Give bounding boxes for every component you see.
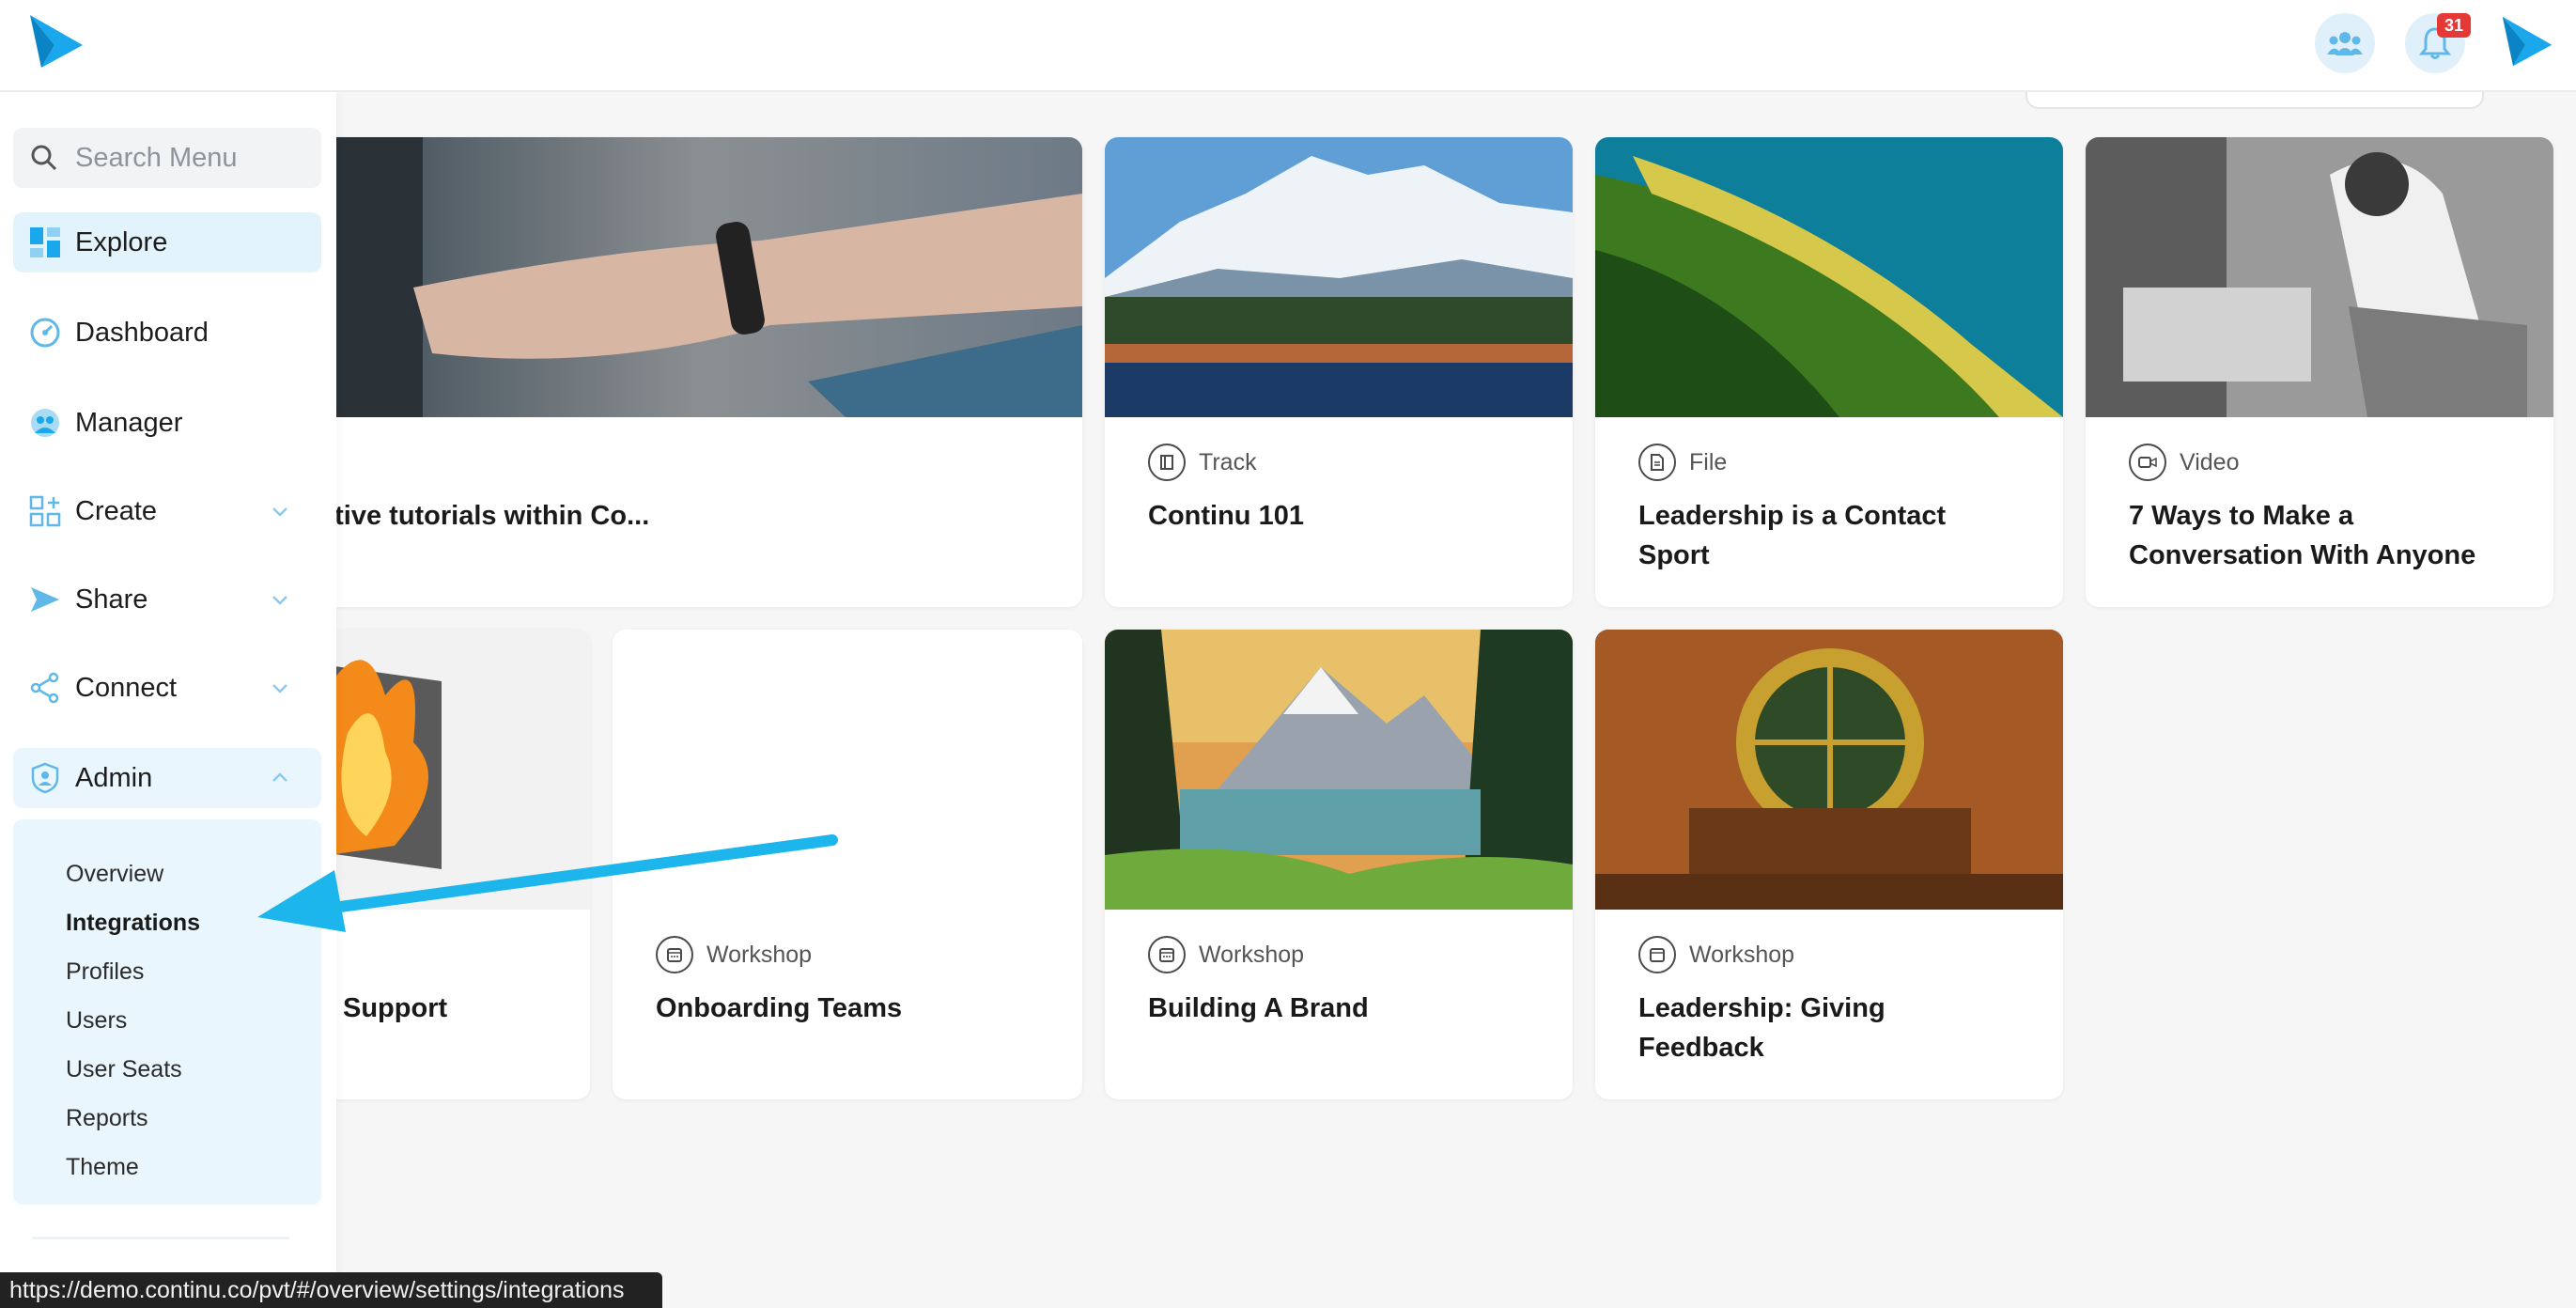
card-title: Building A Brand	[1148, 993, 1369, 1023]
card-title: Onboarding Teams	[656, 993, 903, 1023]
top-bar: 31	[0, 0, 2576, 92]
sidebar-item-label: Connect	[75, 672, 178, 703]
card-title: Support	[343, 993, 448, 1023]
submenu-item-theme[interactable]: Theme	[66, 1154, 139, 1181]
sidebar-item-connect[interactable]: Connect	[13, 658, 321, 718]
card-type: Workshop	[1148, 936, 1304, 973]
groups-button[interactable]	[2315, 13, 2375, 73]
annotation-arrow	[257, 834, 838, 932]
sidebar-item-explore[interactable]: Explore	[13, 212, 321, 272]
card-image	[1105, 137, 1573, 417]
card-image	[2086, 137, 2553, 417]
card-type: Track	[1148, 444, 1257, 481]
sidebar-item-label: Create	[75, 495, 158, 526]
content-card[interactable]: Track Continu 101	[1105, 137, 1573, 607]
card-image	[1105, 630, 1573, 910]
continu-logo[interactable]	[26, 11, 86, 71]
sidebar-item-manager[interactable]: Manager	[13, 393, 321, 453]
menu-search-box[interactable]	[13, 128, 321, 188]
card-title: ctive tutorials within Co...	[319, 501, 650, 531]
sidebar-item-label: Dashboard	[75, 317, 209, 348]
card-title: Continu 101	[1148, 501, 1304, 531]
file-icon	[1638, 444, 1676, 481]
content-card[interactable]: Workshop Leadership: Giving Feedback	[1595, 630, 2063, 1099]
card-type: File	[1638, 444, 1727, 481]
content-card[interactable]: Video 7 Ways to Make a Conversation With…	[2086, 137, 2553, 607]
sidebar-item-share[interactable]: Share	[13, 569, 321, 630]
sidebar-item-dashboard[interactable]: Dashboard	[13, 303, 321, 363]
share-nodes-icon	[28, 671, 62, 705]
create-icon	[28, 494, 62, 528]
card-title: 7 Ways to Make a Conversation With Anyon…	[2129, 501, 2476, 570]
status-bar-url: https://demo.continu.co/pvt/#/overview/s…	[0, 1272, 662, 1308]
video-icon	[2129, 444, 2166, 481]
card-image	[319, 137, 1082, 417]
card-type-label: File	[1689, 448, 1728, 475]
card-type-label: Track	[1199, 448, 1257, 475]
submenu-item-profiles[interactable]: Profiles	[66, 958, 144, 986]
sidebar-item-admin[interactable]: Admin	[13, 748, 321, 808]
people-icon	[2327, 32, 2363, 55]
card-image	[1595, 630, 2063, 910]
card-type: Video	[2129, 444, 2240, 481]
card-title: Leadership: Giving Feedback	[1638, 993, 1885, 1063]
search-icon	[31, 145, 57, 171]
submenu-item-user-seats[interactable]: User Seats	[66, 1056, 182, 1083]
content-card[interactable]: Workshop Building A Brand	[1105, 630, 1573, 1099]
sidebar-item-label: Admin	[75, 762, 153, 793]
card-image	[1595, 137, 2063, 417]
chevron-down-icon	[272, 596, 287, 605]
calendar-icon	[1638, 936, 1676, 973]
chevron-up-icon	[272, 772, 287, 782]
send-icon	[28, 583, 62, 616]
menu-search-input[interactable]	[73, 141, 312, 175]
grid-icon	[28, 226, 62, 259]
sidebar-item-label: Share	[75, 584, 148, 615]
card-type-label: Video	[2180, 448, 2240, 475]
sidebar: Explore Dashboard Manager	[0, 92, 336, 1308]
sidebar-item-label: Explore	[75, 226, 168, 257]
card-title: Leadership is a Contact Sport	[1638, 501, 1947, 570]
manager-icon	[28, 406, 62, 440]
submenu-item-overview[interactable]: Overview	[66, 861, 163, 888]
chevron-down-icon	[272, 507, 287, 517]
track-icon	[1148, 444, 1186, 481]
profile-avatar[interactable]	[2499, 13, 2555, 70]
shield-icon	[28, 761, 62, 795]
card-type: Workshop	[1638, 936, 1794, 973]
submenu-item-reports[interactable]: Reports	[66, 1105, 148, 1132]
sidebar-item-label: Manager	[75, 407, 183, 438]
content-card[interactable]: ctive tutorials within Co...	[319, 137, 1082, 607]
card-type-label: Workshop	[1199, 941, 1305, 968]
content-card[interactable]: File Leadership is a Contact Sport	[1595, 137, 2063, 607]
content-search-box[interactable]	[2025, 90, 2484, 109]
sidebar-divider	[32, 1237, 289, 1239]
submenu-item-integrations[interactable]: Integrations	[66, 910, 200, 937]
card-type-label: Workshop	[1689, 941, 1795, 968]
notification-badge: 31	[2437, 13, 2471, 38]
sidebar-item-create[interactable]: Create	[13, 481, 321, 541]
calendar-icon	[1148, 936, 1186, 973]
submenu-item-users[interactable]: Users	[66, 1007, 127, 1035]
dashboard-icon	[28, 316, 62, 350]
chevron-down-icon	[272, 684, 287, 693]
